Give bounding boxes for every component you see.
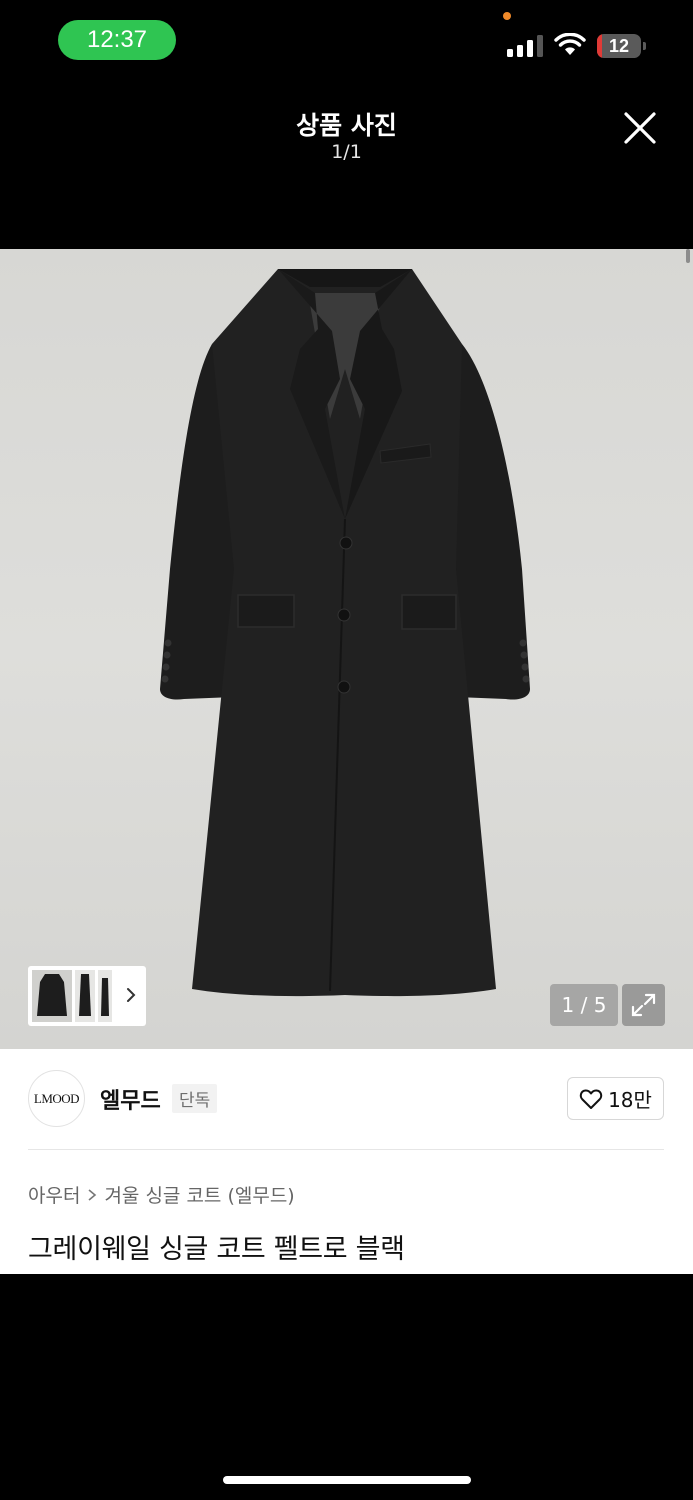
product-image-gallery[interactable]: 1 / 5 [0, 249, 693, 1049]
photo-count: 1/1 [331, 141, 362, 163]
like-button[interactable]: 18만 [567, 1077, 664, 1120]
page-title: 상품 사진 [296, 111, 397, 140]
like-count: 18만 [608, 1088, 652, 1112]
chevron-right-icon[interactable] [124, 984, 138, 1006]
brand-logo[interactable]: LMOOD [28, 1070, 85, 1127]
product-info: LMOOD 엘무드 단독 18만 아우터 겨울 싱글 코트 (엘무드) 그레이웨… [0, 1049, 693, 1274]
close-icon[interactable] [618, 106, 662, 150]
gallery-page-indicator: 1 / 5 [550, 984, 618, 1026]
wifi-icon [554, 33, 586, 55]
chevron-right-icon [88, 1188, 97, 1201]
thumbnail-coat-front[interactable] [32, 970, 72, 1022]
product-image-coat [160, 269, 530, 997]
cellular-signal-icon [507, 35, 543, 57]
battery-level: 12 [608, 35, 630, 56]
status-time: 12:37 [58, 20, 176, 60]
breadcrumb: 아우터 겨울 싱글 코트 (엘무드) [28, 1181, 295, 1208]
status-bar: 12:37 12 [0, 0, 693, 80]
exclusive-badge: 단독 [172, 1084, 218, 1113]
privacy-indicator-dot [503, 12, 511, 20]
expand-icon[interactable] [622, 984, 665, 1026]
breadcrumb-item-category[interactable]: 겨울 싱글 코트 (엘무드) [104, 1181, 294, 1208]
brand-name-link[interactable]: 엘무드 [100, 1083, 161, 1115]
thumbnail-strip[interactable] [28, 966, 146, 1026]
product-title: 그레이웨일 싱글 코트 펠트로 블랙 [28, 1234, 405, 1265]
thumbnail-coat-back[interactable] [98, 970, 112, 1022]
home-indicator[interactable] [223, 1476, 471, 1484]
thumbnail-coat-side[interactable] [75, 970, 95, 1022]
battery-icon: 12 [597, 34, 647, 58]
divider [28, 1149, 664, 1150]
breadcrumb-item-outer[interactable]: 아우터 [28, 1181, 80, 1208]
heart-icon [579, 1088, 603, 1109]
scroll-indicator [686, 249, 690, 263]
